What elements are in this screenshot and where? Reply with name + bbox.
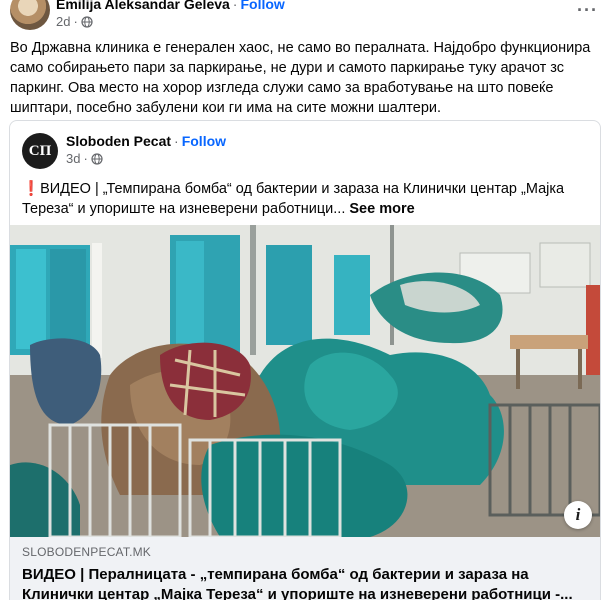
source-follow-button[interactable]: Follow bbox=[182, 133, 226, 149]
shared-post-text: ❗ВИДЕО | „Темпирана бомба“ од бактерии и… bbox=[22, 179, 592, 219]
link-title[interactable]: ВИДЕО | Пералницата - „темпирана бомба“ … bbox=[22, 565, 590, 600]
post-meta: 2d · bbox=[56, 14, 93, 29]
article-photo[interactable]: i bbox=[10, 225, 600, 537]
source-meta-dot: · bbox=[83, 151, 88, 166]
info-icon[interactable]: i bbox=[564, 501, 592, 529]
meta-dot: · bbox=[73, 14, 78, 29]
shared-post-body: ВИДЕО | „Темпирана бомба“ од бактерии и … bbox=[22, 181, 565, 217]
author-name[interactable]: Emilija Aleksandar Geleva bbox=[56, 0, 230, 12]
more-options-icon[interactable]: ··· bbox=[577, 0, 598, 21]
shared-post-card[interactable]: СП Sloboden Pecat · Follow 3d · ❗ВИДЕО | „… bbox=[9, 120, 601, 600]
source-line: Sloboden Pecat · Follow bbox=[66, 133, 226, 149]
globe-icon bbox=[81, 15, 93, 28]
source-meta: 3d · bbox=[66, 151, 103, 166]
see-more-link[interactable]: See more bbox=[349, 201, 414, 217]
author-avatar[interactable] bbox=[10, 0, 50, 30]
post-time[interactable]: 2d bbox=[56, 14, 70, 29]
post-header: Emilija Aleksandar Geleva · Follow 2d · ··… bbox=[0, 0, 610, 34]
laundry-room-image bbox=[10, 225, 600, 537]
source-name[interactable]: Sloboden Pecat bbox=[66, 133, 171, 149]
author-line: Emilija Aleksandar Geleva · Follow bbox=[56, 0, 285, 12]
separator-dot: · bbox=[232, 0, 238, 12]
globe-icon bbox=[91, 152, 103, 165]
follow-button[interactable]: Follow bbox=[240, 0, 284, 12]
link-preview[interactable]: SLOBODENPECAT.MK ВИДЕО | Пералницата - „… bbox=[10, 537, 600, 600]
source-logo[interactable]: СП bbox=[22, 133, 58, 169]
exclamation-icon: ❗ bbox=[22, 181, 41, 197]
post-text: Во Државна клиника е генерален хаос, не … bbox=[10, 40, 591, 116]
source-time[interactable]: 3d bbox=[66, 151, 80, 166]
link-domain: SLOBODENPECAT.MK bbox=[22, 545, 152, 559]
source-separator: · bbox=[174, 133, 179, 149]
